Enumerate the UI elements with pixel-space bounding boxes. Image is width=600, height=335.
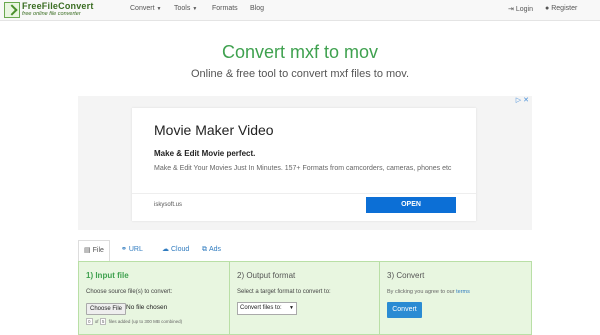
step-output-format: 2) Output format Select a target format …: [229, 262, 380, 334]
tab-url-label: URL: [128, 246, 143, 253]
step2-heading: 2) Output format: [237, 271, 296, 280]
tab-cloud[interactable]: ☁ Cloud: [162, 240, 189, 260]
user-icon: ●: [545, 5, 550, 12]
converter-panel: 1) Input file Choose source file(s) to c…: [78, 261, 532, 335]
ad-banner: ▷ ✕ Movie Maker Video Make & Edit Movie …: [78, 96, 532, 230]
nav-blog[interactable]: Blog: [250, 5, 264, 12]
tab-file-label: File: [92, 247, 104, 254]
link-icon: ⚭: [121, 246, 127, 253]
register-link[interactable]: ● Register: [545, 5, 577, 12]
ad-card[interactable]: Movie Maker Video Make & Edit Movie perf…: [132, 108, 476, 221]
register-label: Register: [551, 5, 578, 12]
file-count-note: files added (up to 300 MB combined): [108, 319, 183, 324]
nav-tools[interactable]: Tools ▼: [174, 5, 197, 12]
login-label: Login: [515, 6, 534, 13]
tab-ads-label: Ads: [209, 246, 222, 253]
nav-formats[interactable]: Formats: [212, 5, 238, 12]
terms-notice: By clicking you agree to our terms: [387, 289, 470, 295]
step-input-file: 1) Input file Choose source file(s) to c…: [79, 262, 229, 334]
ad-choices-icon[interactable]: ▷ ✕: [516, 96, 529, 104]
file-counter: 0 of 5 files added (up to 300 MB combine…: [86, 318, 182, 325]
ad-domain: iskysoft.us: [154, 202, 183, 208]
page-subtitle: Online & free tool to convert mxf files …: [190, 68, 410, 80]
caret-down-icon: ▼: [192, 6, 198, 12]
cloud-icon: ☁: [162, 246, 169, 253]
caret-down-icon: ▼: [156, 6, 162, 12]
tab-cloud-label: Cloud: [171, 246, 190, 253]
file-icon: ▤: [84, 247, 91, 254]
logo-icon: [4, 2, 20, 18]
external-link-icon: ⧉: [202, 246, 207, 253]
brand-name: FreeFileConvert: [22, 1, 94, 11]
file-count-of: of: [94, 319, 99, 324]
step3-heading: 3) Convert: [387, 271, 425, 280]
ad-body: Make & Edit Your Movies Just In Minutes.…: [154, 165, 452, 172]
ad-open-button[interactable]: OPEN: [366, 197, 456, 213]
step2-instruction: Select a target format to convert to:: [237, 289, 331, 295]
convert-button[interactable]: Convert: [387, 302, 422, 318]
step1-heading: 1) Input file: [86, 271, 129, 280]
target-format-select[interactable]: Convert files to: ▼: [237, 302, 297, 315]
target-format-value: Convert files to:: [240, 305, 282, 311]
step1-instruction: Choose source file(s) to convert:: [86, 289, 173, 295]
top-navbar: FreeFileConvert free online file convert…: [0, 0, 600, 21]
file-count-current: 0: [86, 318, 93, 325]
tab-ads[interactable]: ⧉ Ads: [202, 240, 221, 260]
tab-file[interactable]: ▤ File: [78, 240, 110, 262]
login-link[interactable]: ⇥ Login: [508, 5, 533, 13]
page-title: Convert mxf to mov: [221, 42, 379, 62]
brand-tagline: free online file converter: [22, 11, 81, 17]
tab-url[interactable]: ⚭ URL: [121, 240, 143, 260]
choose-file-button[interactable]: Choose File: [86, 303, 127, 315]
terms-prefix: By clicking you agree to our: [387, 289, 455, 295]
file-count-max: 5: [99, 318, 107, 325]
login-icon: ⇥: [508, 6, 514, 13]
chevron-down-icon: ▼: [289, 305, 294, 311]
terms-link[interactable]: terms: [456, 289, 470, 295]
step-convert: 3) Convert By clicking you agree to our …: [379, 262, 532, 334]
file-status: No file chosen: [126, 304, 168, 311]
ad-title: Movie Maker Video: [154, 122, 274, 138]
input-tabs: ▤ File ⚭ URL ☁ Cloud ⧉ Ads: [78, 240, 532, 262]
ad-divider: [132, 193, 476, 194]
ad-headline: Make & Edit Movie perfect.: [154, 149, 256, 158]
nav-tools-label: Tools: [174, 5, 191, 12]
nav-convert[interactable]: Convert ▼: [130, 5, 161, 12]
nav-convert-label: Convert: [130, 5, 155, 12]
